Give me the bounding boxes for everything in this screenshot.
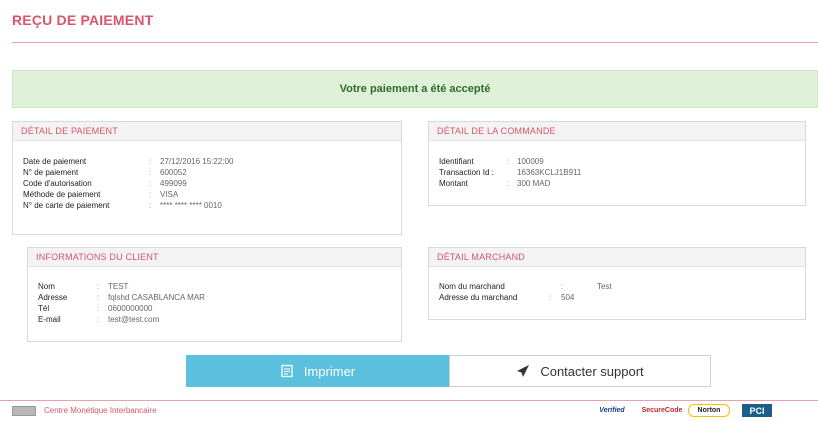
merchant-row: Adresse du marchand:504	[439, 292, 795, 303]
title-divider	[12, 42, 818, 43]
payment-detail-heading: DÉTAIL DE PAIEMENT	[13, 122, 401, 141]
row-label: Tél	[38, 304, 50, 313]
row-label: Montant	[439, 179, 468, 188]
row-value: 27/12/2016 15:22:00	[160, 157, 234, 166]
row-separator: :	[548, 293, 552, 302]
row-separator: :	[148, 157, 152, 166]
row-label: E-mail	[38, 315, 61, 324]
payment-row: Méthode de paiement: VISA	[23, 189, 391, 200]
row-label: Code d'autorisation	[23, 179, 92, 188]
mastercard-securecode-logo: SecureCode	[641, 407, 683, 414]
footer-divider	[0, 400, 818, 401]
row-separator: :	[506, 179, 510, 188]
support-button-label: Contacter support	[540, 363, 644, 379]
row-separator: :	[148, 168, 152, 177]
payment-row: N° de paiement:600052	[23, 167, 391, 178]
row-label: Transaction Id :	[439, 168, 494, 177]
payment-row: Code d'autorisation:499099	[23, 178, 391, 189]
row-value: 504	[561, 293, 575, 302]
success-alert: Votre paiement a été accepté	[12, 70, 818, 108]
order-row: Montant:300 MAD	[439, 178, 795, 189]
row-label: Nom du marchand	[439, 282, 505, 291]
row-label: Méthode de paiement	[23, 190, 101, 199]
order-detail-heading: DÉTAIL DE LA COMMANDE	[429, 122, 805, 141]
client-row: E-mail: test@test.com	[38, 314, 391, 325]
row-value: fqlshd CASABLANCA MAR	[108, 293, 205, 302]
pci-logo: PCI	[742, 404, 772, 417]
paper-plane-icon	[517, 365, 530, 377]
row-separator: :	[506, 157, 510, 166]
order-detail-panel: DÉTAIL DE LA COMMANDE Identifiant:100009…	[428, 121, 806, 206]
row-value: VISA	[160, 190, 179, 199]
row-separator: :	[560, 282, 564, 291]
row-label: Adresse du marchand	[439, 293, 518, 302]
payment-row: Date de paiement:27/12/2016 15:22:00	[23, 156, 391, 167]
row-separator	[503, 167, 517, 178]
row-label: Date de paiement	[23, 157, 87, 166]
footer-org-name: Centre Monétique Interbancaire	[44, 406, 157, 415]
row-value: 16363KCLJ1B911	[517, 168, 582, 177]
row-value: **** **** **** 0010	[160, 201, 222, 210]
success-message: Votre paiement a été accepté	[339, 83, 491, 95]
row-separator: :	[148, 179, 152, 188]
row-label: Adresse	[38, 293, 68, 302]
norton-logo: Norton	[688, 404, 730, 417]
verified-by-visa-logo: Verified	[599, 407, 625, 414]
order-row: Transaction Id : 16363KCLJ1B911	[439, 167, 795, 178]
cmi-logo	[12, 406, 36, 416]
row-value: 300 MAD	[517, 179, 551, 188]
merchant-detail-panel: DÉTAIL MARCHAND Nom du marchand: Test Adr…	[428, 247, 806, 320]
row-separator: :	[96, 304, 100, 313]
row-label: N° de paiement	[23, 168, 79, 177]
merchant-row: Nom du marchand: Test	[439, 281, 795, 292]
row-label: Nom	[38, 282, 55, 291]
row-value: 0600000000	[108, 304, 153, 313]
page-title: REÇU DE PAIEMENT	[12, 12, 154, 28]
client-row: Tél:0600000000	[38, 303, 391, 314]
row-separator: :	[96, 282, 100, 291]
print-button[interactable]: Imprimer	[186, 355, 449, 387]
client-info-heading: INFORMATIONS DU CLIENT	[28, 248, 401, 267]
merchant-detail-heading: DÉTAIL MARCHAND	[429, 248, 805, 267]
row-value: 100009	[517, 157, 544, 166]
row-separator: :	[148, 190, 152, 199]
row-separator: :	[96, 293, 100, 302]
row-value: TEST	[108, 282, 129, 291]
row-separator: :	[148, 201, 152, 210]
row-value: test@test.com	[108, 315, 160, 324]
row-value: Test	[597, 282, 612, 291]
payment-row: N° de carte de paiement: **** **** **** 0…	[23, 200, 391, 211]
client-row: Nom: TEST	[38, 281, 391, 292]
row-label: Identifiant	[439, 157, 474, 166]
client-row: Adresse: fqlshd CASABLANCA MAR	[38, 292, 391, 303]
row-value: 600052	[160, 168, 187, 177]
print-button-label: Imprimer	[303, 363, 356, 379]
row-label: N° de carte de paiement	[23, 201, 110, 210]
row-separator: :	[96, 315, 100, 324]
order-row: Identifiant:100009	[439, 156, 795, 167]
client-info-panel: INFORMATIONS DU CLIENT Nom: TEST Adresse:…	[27, 247, 402, 342]
row-value: 499099	[160, 179, 187, 188]
payment-detail-panel: DÉTAIL DE PAIEMENT Date de paiement:27/1…	[12, 121, 402, 235]
contact-support-button[interactable]: Contacter support	[449, 355, 711, 387]
print-icon	[281, 364, 293, 378]
